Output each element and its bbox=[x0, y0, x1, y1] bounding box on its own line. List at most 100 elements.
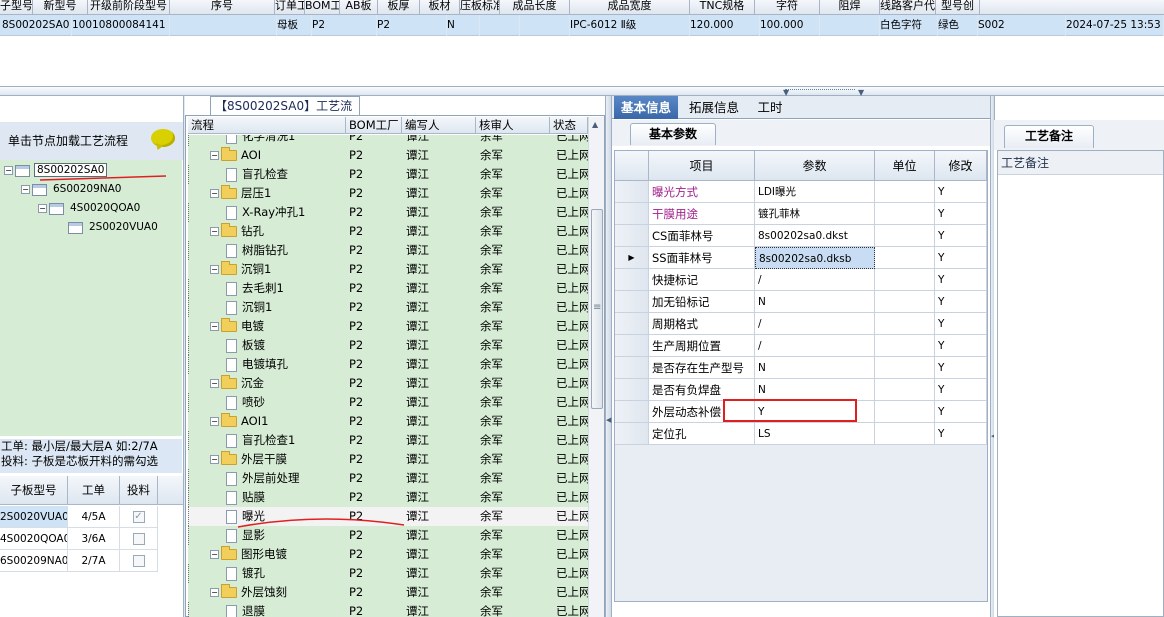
collapse-toggle-icon[interactable]: − bbox=[210, 455, 219, 464]
top-grid-header-cell[interactable]: 板材 bbox=[420, 0, 460, 15]
param-column-header[interactable]: 单位 bbox=[875, 151, 935, 181]
top-grid-header-cell[interactable]: 序号 bbox=[170, 0, 275, 15]
param-unit-cell[interactable] bbox=[875, 335, 935, 357]
scroll-up-icon[interactable]: ▲ bbox=[592, 120, 598, 129]
param-row[interactable]: CS面菲林号 8s00202sa0.dkst Y bbox=[615, 225, 987, 247]
expand-toggle-icon[interactable]: − bbox=[38, 204, 47, 213]
param-edit-cell[interactable]: Y bbox=[935, 269, 987, 291]
param-unit-cell[interactable] bbox=[875, 379, 935, 401]
param-unit-cell[interactable] bbox=[875, 247, 935, 269]
process-group-row[interactable]: − AOI1 P2 谭江 余军 已上网 bbox=[188, 412, 588, 431]
subboard-order-cell[interactable]: 3/6A bbox=[68, 528, 120, 550]
feed-checkbox[interactable] bbox=[132, 555, 145, 567]
param-unit-cell[interactable] bbox=[875, 291, 935, 313]
param-edit-cell[interactable]: Y bbox=[935, 357, 987, 379]
param-edit-cell[interactable]: Y bbox=[935, 203, 987, 225]
process-group-row[interactable]: − 沉金 P2 谭江 余军 已上网 bbox=[188, 374, 588, 393]
top-grid-header-cell[interactable]: 成品长度 bbox=[500, 0, 570, 15]
top-grid-header-cell[interactable]: TNC规格 bbox=[690, 0, 755, 15]
row-selector[interactable] bbox=[615, 401, 649, 423]
feed-checkbox[interactable] bbox=[132, 533, 145, 545]
param-unit-cell[interactable] bbox=[875, 313, 935, 335]
process-step-row[interactable]: 退膜 P2 谭江 余军 已上网 bbox=[188, 602, 588, 617]
collapse-toggle-icon[interactable]: − bbox=[210, 151, 219, 160]
param-value-cell[interactable]: LS bbox=[755, 423, 875, 445]
top-grid-header-cell[interactable]: AB板 bbox=[340, 0, 378, 15]
process-step-row[interactable]: 电镀填孔 P2 谭江 余军 已上网 bbox=[188, 355, 588, 374]
collapse-toggle-icon[interactable]: − bbox=[210, 379, 219, 388]
param-row[interactable]: 生产周期位置 / Y bbox=[615, 335, 987, 357]
top-grid-header-cell[interactable]: 板厚 bbox=[378, 0, 420, 15]
param-unit-cell[interactable] bbox=[875, 225, 935, 247]
process-column-header[interactable]: BOM工厂 bbox=[346, 117, 402, 134]
param-value-cell[interactable]: 8s00202sa0.dksb bbox=[755, 247, 875, 269]
row-selector[interactable] bbox=[615, 269, 649, 291]
row-selector[interactable] bbox=[615, 379, 649, 401]
collapse-toggle-icon[interactable]: − bbox=[210, 322, 219, 331]
param-value-cell[interactable]: / bbox=[755, 269, 875, 291]
top-grid-header-cell[interactable]: 型号创 bbox=[936, 0, 980, 15]
process-step-row[interactable]: 盲孔检查1 P2 谭江 余军 已上网 bbox=[188, 431, 588, 450]
process-step-row[interactable]: 镀孔 P2 谭江 余军 已上网 bbox=[188, 564, 588, 583]
param-edit-cell[interactable]: Y bbox=[935, 401, 987, 423]
tab-basic-info[interactable]: 基本信息 bbox=[614, 96, 678, 119]
process-step-row[interactable]: 去毛刺1 P2 谭江 余军 已上网 bbox=[188, 279, 588, 298]
process-column-header[interactable]: 核审人 bbox=[476, 117, 550, 134]
param-value-cell[interactable]: N bbox=[755, 379, 875, 401]
row-selector[interactable] bbox=[615, 291, 649, 313]
tree-node[interactable]: 2S0020VUA0 bbox=[55, 219, 160, 236]
param-unit-cell[interactable] bbox=[875, 401, 935, 423]
scroll-thumb[interactable] bbox=[591, 209, 603, 409]
param-edit-cell[interactable]: Y bbox=[935, 247, 987, 269]
process-step-row[interactable]: 喷砂 P2 谭江 余军 已上网 bbox=[188, 393, 588, 412]
process-column-header[interactable]: 编写人 bbox=[402, 117, 476, 134]
tab-work-hours[interactable]: 工时 bbox=[750, 96, 790, 119]
process-step-row[interactable]: 外层前处理 P2 谭江 余军 已上网 bbox=[188, 469, 588, 488]
param-row[interactable]: 外层动态补偿 Y Y bbox=[615, 401, 987, 423]
param-edit-cell[interactable]: Y bbox=[935, 313, 987, 335]
row-selector[interactable] bbox=[615, 423, 649, 445]
param-value-cell[interactable]: 8s00202sa0.dkst bbox=[755, 225, 875, 247]
top-grid-header-cell[interactable]: 子型号 bbox=[0, 0, 33, 15]
collapse-toggle-icon[interactable]: − bbox=[210, 417, 219, 426]
tab-basic-params[interactable]: 基本参数 bbox=[630, 123, 716, 145]
param-row[interactable]: 快捷标记 / Y bbox=[615, 269, 987, 291]
collapse-toggle-icon[interactable]: − bbox=[210, 550, 219, 559]
process-group-row[interactable]: − 沉铜1 P2 谭江 余军 已上网 bbox=[188, 260, 588, 279]
process-group-row[interactable]: − 外层干膜 P2 谭江 余军 已上网 bbox=[188, 450, 588, 469]
param-value-cell[interactable]: 镀孔菲林 bbox=[755, 203, 875, 225]
param-column-header[interactable]: 项目 bbox=[649, 151, 755, 181]
row-selector[interactable]: ▶ bbox=[615, 247, 649, 269]
param-edit-cell[interactable]: Y bbox=[935, 225, 987, 247]
tab-extended-info[interactable]: 拓展信息 bbox=[684, 96, 744, 119]
top-grid-header-cell[interactable]: 压板标准 bbox=[460, 0, 500, 15]
process-group-row[interactable]: − 钻孔 P2 谭江 余军 已上网 bbox=[188, 222, 588, 241]
param-value-cell[interactable]: N bbox=[755, 357, 875, 379]
param-edit-cell[interactable]: Y bbox=[935, 423, 987, 445]
process-column-header[interactable]: 流程 bbox=[188, 117, 346, 134]
row-selector[interactable] bbox=[615, 181, 649, 203]
process-group-row[interactable]: − 外层蚀刻 P2 谭江 余军 已上网 bbox=[188, 583, 588, 602]
top-grid-selected-row[interactable]: 8S00202SA0 10010800084141 母板 P2 P2 N IPC-6012 … bbox=[0, 15, 1164, 36]
param-row[interactable]: 曝光方式 LDI曝光 Y bbox=[615, 181, 987, 203]
top-grid-header-cell[interactable]: 线路客户代码 bbox=[880, 0, 936, 15]
row-selector[interactable] bbox=[615, 335, 649, 357]
expand-toggle-icon[interactable]: − bbox=[4, 166, 13, 175]
subboard-table-header[interactable]: 投料 bbox=[120, 476, 158, 505]
top-grid-header-cell[interactable]: 阻焊 bbox=[820, 0, 880, 15]
param-row[interactable]: 加无铅标记 N Y bbox=[615, 291, 987, 313]
horizontal-splitter[interactable]: ▼ ▼ bbox=[0, 86, 1164, 97]
param-column-header[interactable]: 参数 bbox=[755, 151, 875, 181]
process-step-row[interactable]: 盲孔检查 P2 谭江 余军 已上网 bbox=[188, 165, 588, 184]
row-selector[interactable] bbox=[615, 357, 649, 379]
top-grid-header-cell[interactable]: 字符 bbox=[755, 0, 820, 15]
subboard-table-header[interactable]: 子板型号 bbox=[0, 476, 68, 505]
param-row[interactable]: 定位孔 LS Y bbox=[615, 423, 987, 445]
param-unit-cell[interactable] bbox=[875, 181, 935, 203]
subboard-model-cell[interactable]: 2S0020VUA0 bbox=[0, 506, 68, 528]
process-group-row[interactable]: − 层压1 P2 谭江 余军 已上网 bbox=[188, 184, 588, 203]
param-unit-cell[interactable] bbox=[875, 423, 935, 445]
collapse-left-icon[interactable]: ◀ bbox=[606, 416, 611, 424]
param-unit-cell[interactable] bbox=[875, 203, 935, 225]
param-column-header[interactable]: 修改 bbox=[935, 151, 987, 181]
